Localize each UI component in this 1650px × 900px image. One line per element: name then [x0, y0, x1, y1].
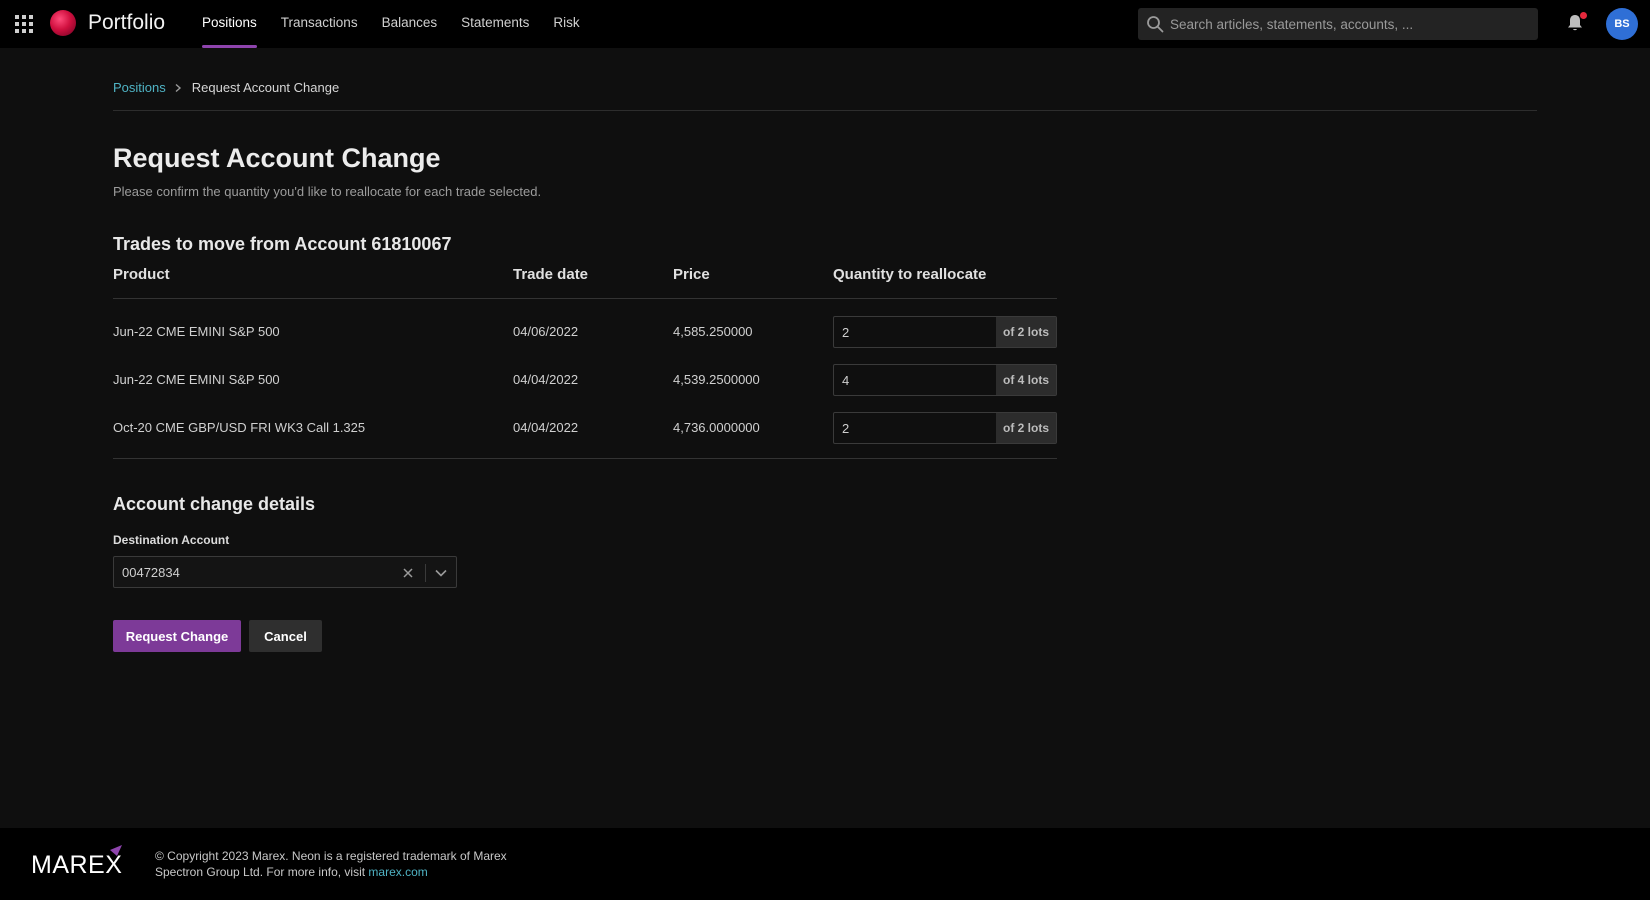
table-row: Jun-22 CME EMINI S&P 500 04/04/2022 4,53… [113, 364, 1057, 396]
main-nav: Positions Transactions Balances Statemen… [190, 0, 592, 48]
notification-dot [1580, 12, 1587, 19]
lots-suffix: of 2 lots [996, 317, 1056, 347]
destination-account-select[interactable]: 00472834 [113, 556, 457, 588]
column-header-product: Product [113, 266, 170, 283]
column-header-trade-date: Trade date [513, 266, 589, 283]
request-change-button[interactable]: Request Change [113, 620, 241, 652]
cell-trade-date: 04/04/2022 [513, 420, 579, 435]
table-divider [113, 458, 1057, 459]
footer-copyright-text: © Copyright 2023 Marex. Neon is a regist… [155, 849, 507, 879]
quantity-field: of 2 lots [833, 412, 1057, 444]
app-title[interactable]: Portfolio [88, 11, 165, 35]
header-divider [113, 298, 1057, 299]
cell-product: Oct-20 CME GBP/USD FRI WK3 Call 1.325 [113, 420, 366, 435]
avatar[interactable]: BS [1606, 8, 1638, 40]
cell-product: Jun-22 CME EMINI S&P 500 [113, 324, 280, 339]
cell-price: 4,585.250000 [673, 324, 753, 339]
footer: MAREX © Copyright 2023 Marex. Neon is a … [0, 828, 1650, 900]
destination-account-value: 00472834 [122, 565, 180, 580]
page-subtitle: Please confirm the quantity you'd like t… [113, 184, 542, 199]
divider [113, 110, 1537, 111]
trades-section-title: Trades to move from Account 61810067 [113, 234, 452, 254]
breadcrumb: Positions Request Account Change [113, 80, 339, 95]
column-header-price: Price [673, 266, 710, 283]
cell-trade-date: 04/04/2022 [513, 372, 579, 387]
page-title: Request Account Change [113, 143, 441, 173]
quantity-field: of 2 lots [833, 316, 1057, 348]
nav-risk[interactable]: Risk [541, 0, 591, 48]
search-icon [1147, 16, 1164, 33]
nav-balances[interactable]: Balances [370, 0, 450, 48]
chevron-right-icon [175, 83, 181, 92]
quantity-field: of 4 lots [833, 364, 1057, 396]
details-section-title: Account change details [113, 494, 316, 514]
cell-price: 4,539.2500000 [673, 372, 760, 387]
cancel-button[interactable]: Cancel [249, 620, 322, 652]
top-bar: Portfolio Positions Transactions Balance… [0, 0, 1650, 48]
cell-product: Jun-22 CME EMINI S&P 500 [113, 372, 280, 387]
lots-suffix: of 4 lots [996, 365, 1056, 395]
quantity-input[interactable] [834, 365, 998, 395]
footer-marex-link[interactable]: marex.com [368, 865, 427, 879]
svg-text:MAREX: MAREX [31, 851, 122, 876]
cell-trade-date: 04/06/2022 [513, 324, 579, 339]
lots-suffix: of 2 lots [996, 413, 1056, 443]
select-divider [425, 564, 426, 582]
logo-icon[interactable] [50, 10, 76, 36]
clear-icon[interactable] [402, 567, 414, 579]
nav-transactions[interactable]: Transactions [269, 0, 370, 48]
search-box [1138, 8, 1538, 40]
footer-copyright: © Copyright 2023 Marex. Neon is a regist… [155, 848, 535, 880]
cell-price: 4,736.0000000 [673, 420, 760, 435]
breadcrumb-current: Request Account Change [191, 80, 340, 95]
table-row: Jun-22 CME EMINI S&P 500 04/06/2022 4,58… [113, 316, 1057, 348]
marex-logo: MAREX [31, 845, 122, 876]
quantity-input[interactable] [834, 317, 998, 347]
column-header-quantity: Quantity to reallocate [833, 266, 987, 283]
quantity-input[interactable] [834, 413, 998, 443]
nav-positions[interactable]: Positions [190, 0, 269, 48]
search-input[interactable] [1170, 8, 1530, 40]
nav-statements[interactable]: Statements [449, 0, 541, 48]
apps-grid-icon[interactable] [14, 14, 34, 34]
table-row: Oct-20 CME GBP/USD FRI WK3 Call 1.325 04… [113, 412, 1057, 444]
destination-account-label: Destination Account [113, 533, 230, 547]
breadcrumb-positions[interactable]: Positions [113, 80, 166, 95]
chevron-down-icon[interactable] [434, 567, 448, 579]
